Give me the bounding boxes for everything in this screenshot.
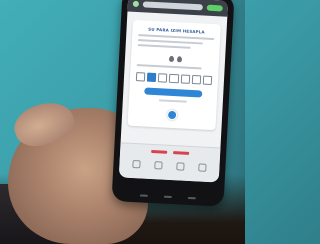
instruction-line <box>136 64 202 70</box>
water-drop-icon <box>176 56 182 63</box>
confirm-button[interactable] <box>144 87 203 98</box>
smartphone: SU PARA IZIM HESAPLA <box>111 0 235 207</box>
code-box[interactable] <box>202 75 213 86</box>
code-box[interactable] <box>180 74 190 84</box>
red-tab[interactable] <box>173 151 190 155</box>
water-drop-icon <box>168 55 174 62</box>
browser-top-bar <box>127 0 229 17</box>
red-tab[interactable] <box>151 149 168 154</box>
address-bar[interactable] <box>142 1 203 11</box>
photo-scene: SU PARA IZIM HESAPLA <box>0 0 245 244</box>
green-button[interactable] <box>206 4 223 12</box>
code-box[interactable] <box>158 73 168 83</box>
nav-home-icon[interactable] <box>132 159 141 169</box>
recents-icon[interactable] <box>187 196 196 200</box>
page-footer <box>118 142 221 183</box>
code-input-row[interactable] <box>135 72 213 86</box>
description-line <box>137 44 191 49</box>
red-tabs <box>120 148 220 156</box>
code-box[interactable] <box>146 72 157 83</box>
calculator-dialog: SU PARA IZIM HESAPLA <box>127 19 221 131</box>
back-icon[interactable] <box>139 194 148 197</box>
nav-menu-icon[interactable] <box>198 163 207 172</box>
system-nav-bar <box>112 193 224 201</box>
phone-screen: SU PARA IZIM HESAPLA <box>118 0 229 183</box>
nav-tabs-icon[interactable] <box>176 162 185 171</box>
nav-search-icon[interactable] <box>154 161 163 170</box>
home-icon[interactable] <box>163 195 172 199</box>
code-box[interactable] <box>135 72 146 82</box>
bottom-nav <box>119 159 219 172</box>
code-box[interactable] <box>169 73 179 84</box>
water-drop-icons <box>137 54 213 64</box>
floating-action-button[interactable] <box>166 109 178 121</box>
app-icon[interactable] <box>132 0 140 8</box>
secondary-link[interactable] <box>158 99 187 103</box>
code-box[interactable] <box>191 74 202 85</box>
